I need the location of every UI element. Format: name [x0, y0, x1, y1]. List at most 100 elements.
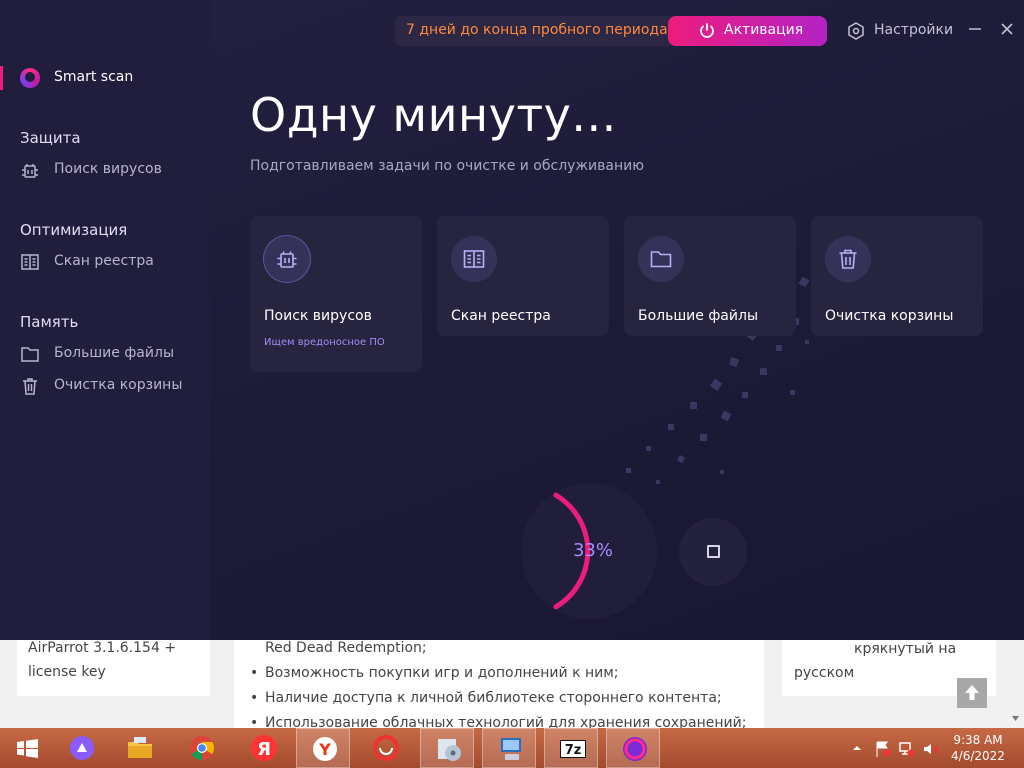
- registry-icon: [463, 250, 485, 268]
- start-icon: [17, 739, 38, 758]
- feature-list: Red Dead Redemption; Возможность покупки…: [248, 640, 746, 728]
- bug-icon: [277, 251, 297, 268]
- settings-button[interactable]: Настройки: [846, 18, 956, 44]
- activate-button[interactable]: Активация: [668, 16, 827, 46]
- minimize-button[interactable]: [966, 20, 984, 38]
- section-title-protection: Защита: [20, 129, 81, 147]
- taskbar-clock[interactable]: 9:38 AM 4/6/2022: [946, 732, 1010, 764]
- taskbar-app-yandex[interactable]: Я: [236, 728, 290, 768]
- card-status: Ищем вредоносное ПО: [264, 337, 385, 348]
- task-card-large-files: Большие файлы: [624, 216, 796, 336]
- sidebar: Smart scan Защита Поиск вирусов Оптимиза…: [0, 0, 210, 640]
- sidebar-item-large-files[interactable]: Большие файлы: [0, 341, 210, 367]
- svg-text:Y: Y: [318, 740, 331, 759]
- page-subtitle: Подготавливаем задачи по очистке и обслу…: [250, 158, 645, 174]
- taskbar-app-setup[interactable]: [482, 728, 536, 768]
- section-title-memory: Память: [20, 313, 79, 331]
- setup-icon: [501, 738, 521, 760]
- gear-icon: [848, 22, 864, 40]
- progress-percent: 33%: [572, 540, 613, 561]
- sidebar-item-label: Скан реестра: [54, 253, 154, 269]
- installer-icon: [438, 739, 461, 761]
- power-icon: [700, 23, 714, 38]
- section-title-optimization: Оптимизация: [20, 221, 128, 239]
- show-hidden-icons-icon[interactable]: [850, 740, 864, 756]
- taskbar-app-smart-scan[interactable]: [606, 728, 660, 768]
- left-card-line[interactable]: license key: [28, 660, 106, 684]
- card-title: Очистка корзины: [825, 308, 954, 324]
- bug-icon: [22, 164, 38, 178]
- task-card-recycle-bin: Очистка корзины: [811, 216, 983, 336]
- taskbar-app-installer[interactable]: [420, 728, 474, 768]
- page-scrollbar[interactable]: [1007, 640, 1024, 728]
- app-window: Smart scan Защита Поиск вирусов Оптимиза…: [0, 0, 1024, 640]
- card-icon-bg: [638, 236, 684, 282]
- folder-icon: [650, 251, 672, 268]
- smart-scan-app-icon: [623, 737, 647, 761]
- 7zip-icon: 7z: [560, 740, 586, 758]
- taskbar-app-alice[interactable]: [54, 728, 108, 768]
- alice-icon: [70, 736, 94, 760]
- card-icon-bg: [451, 236, 497, 282]
- card-title: Поиск вирусов: [264, 308, 372, 324]
- svg-text:Я: Я: [257, 739, 271, 760]
- arrow-up-icon: [965, 685, 979, 700]
- left-card-line[interactable]: AirParrot 3.1.6.154 +: [28, 640, 176, 660]
- left-card: AirParrot 3.1.6.154 + license key: [17, 640, 210, 696]
- active-indicator: [0, 66, 3, 90]
- folder-icon: [21, 347, 39, 362]
- card-icon-bg: [825, 236, 871, 282]
- trash-icon: [23, 378, 37, 395]
- taskbar-app-7zip[interactable]: 7z: [544, 728, 598, 768]
- sidebar-item-label: Smart scan: [54, 69, 134, 85]
- stop-icon: [707, 545, 720, 558]
- page-title: Одну минуту...: [250, 88, 617, 142]
- sidebar-item-registry-scan[interactable]: Скан реестра: [0, 249, 210, 275]
- list-item: Возможность покупки игр и дополнений к н…: [248, 661, 746, 686]
- clock-date: 4/6/2022: [951, 749, 1005, 763]
- right-card-line[interactable]: крякнутый на: [854, 640, 956, 661]
- sidebar-item-label: Поиск вирусов: [54, 161, 162, 177]
- stop-button[interactable]: [679, 518, 747, 586]
- card-icon-bg: [264, 236, 310, 282]
- network-icon[interactable]: [898, 740, 916, 758]
- yandex-browser-icon: Y: [313, 737, 337, 761]
- list-item: Использование облачных технологий для хр…: [248, 711, 746, 728]
- right-card-line[interactable]: русском: [794, 661, 854, 685]
- close-button[interactable]: [998, 20, 1016, 38]
- file-explorer-icon: [128, 737, 152, 758]
- task-card-virus-scan: Поиск вирусов Ищем вредоносное ПО: [250, 216, 422, 372]
- taskbar-app-yandex-browser[interactable]: Y: [296, 728, 350, 768]
- registry-icon: [21, 254, 39, 270]
- sidebar-item-recycle-bin[interactable]: Очистка корзины: [0, 373, 210, 399]
- scroll-down-arrow-icon: [1012, 716, 1019, 721]
- flag-icon[interactable]: [874, 740, 892, 758]
- task-card-registry-scan: Скан реестра: [437, 216, 609, 336]
- scroll-to-top-button[interactable]: [957, 678, 987, 708]
- volume-muted-icon[interactable]: [922, 740, 940, 758]
- svg-text:7z: 7z: [565, 743, 582, 758]
- card-title: Большие файлы: [638, 308, 758, 324]
- ccleaner-icon: [373, 735, 399, 761]
- list-item: Наличие доступа к личной библиотеке стор…: [248, 686, 746, 711]
- taskbar: Я Y 7z 9:38 AM 4/6/2022: [0, 728, 1024, 768]
- activate-label: Активация: [724, 22, 804, 38]
- sidebar-item-label: Большие файлы: [54, 345, 174, 361]
- sidebar-item-label: Очистка корзины: [54, 377, 183, 393]
- clock-time: 9:38 AM: [953, 733, 1003, 747]
- card-title: Скан реестра: [451, 308, 551, 324]
- taskbar-app-ccleaner[interactable]: [358, 728, 412, 768]
- yandex-icon: Я: [251, 735, 277, 761]
- background-webpage: AirParrot 3.1.6.154 + license key Red De…: [0, 640, 1024, 728]
- list-item: Red Dead Redemption;: [265, 640, 427, 656]
- taskbar-app-explorer[interactable]: [112, 728, 166, 768]
- trash-icon: [839, 249, 857, 269]
- start-button[interactable]: [0, 728, 54, 768]
- chrome-icon: [190, 736, 215, 760]
- trial-badge: 7 дней до конца пробного периода: [395, 16, 679, 46]
- sidebar-item-smart-scan[interactable]: Smart scan: [0, 62, 210, 94]
- smart-scan-logo-icon: [20, 68, 40, 88]
- taskbar-app-chrome[interactable]: [174, 728, 228, 768]
- settings-label: Настройки: [874, 22, 954, 38]
- sidebar-item-virus-scan[interactable]: Поиск вирусов: [0, 157, 210, 183]
